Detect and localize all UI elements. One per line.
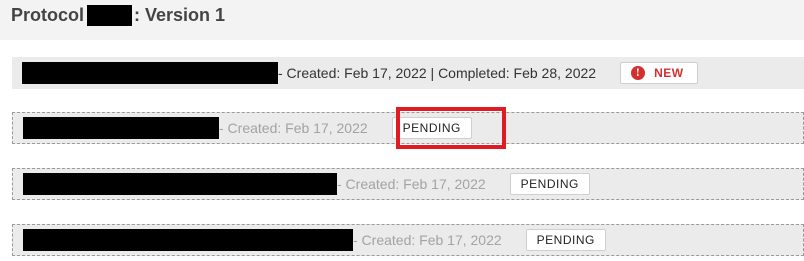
redacted-version-name [22, 62, 278, 84]
version-meta: - Created: Feb 17, 2022 | Completed: Feb… [278, 65, 597, 81]
title-prefix: Protocol [11, 4, 85, 25]
redacted-version-name [23, 117, 219, 139]
version-row[interactable]: - Created: Feb 17, 2022 | Completed: Feb… [12, 57, 804, 89]
status-badge-label: PENDING [402, 121, 461, 135]
version-meta: - Created: Feb 17, 2022 [219, 120, 368, 136]
info-icon: ! [631, 66, 646, 80]
version-meta: - Created: Feb 17, 2022 [353, 232, 502, 248]
version-meta: - Created: Feb 17, 2022 [337, 176, 486, 192]
version-row[interactable]: - Created: Feb 17, 2022 PENDING [12, 112, 804, 144]
status-badge-pending[interactable]: PENDING [525, 229, 606, 251]
title-suffix: : Version 1 [134, 4, 226, 25]
redacted-version-name [23, 173, 337, 195]
redacted-version-name [23, 229, 353, 251]
redacted-protocol-name [87, 4, 133, 26]
status-badge-label: PENDING [520, 177, 579, 191]
status-badge-pending[interactable]: PENDING [509, 173, 590, 195]
status-badge-label: NEW [654, 66, 684, 80]
page-title: Protocol : Version 1 [11, 3, 225, 27]
status-badge-new[interactable]: ! NEW [620, 62, 698, 84]
page-header: Protocol : Version 1 [0, 0, 804, 40]
status-badge-label: PENDING [536, 233, 595, 247]
version-row[interactable]: - Created: Feb 17, 2022 PENDING [12, 168, 804, 200]
version-row[interactable]: - Created: Feb 17, 2022 PENDING [12, 224, 804, 256]
status-badge-pending[interactable]: PENDING [391, 117, 472, 139]
